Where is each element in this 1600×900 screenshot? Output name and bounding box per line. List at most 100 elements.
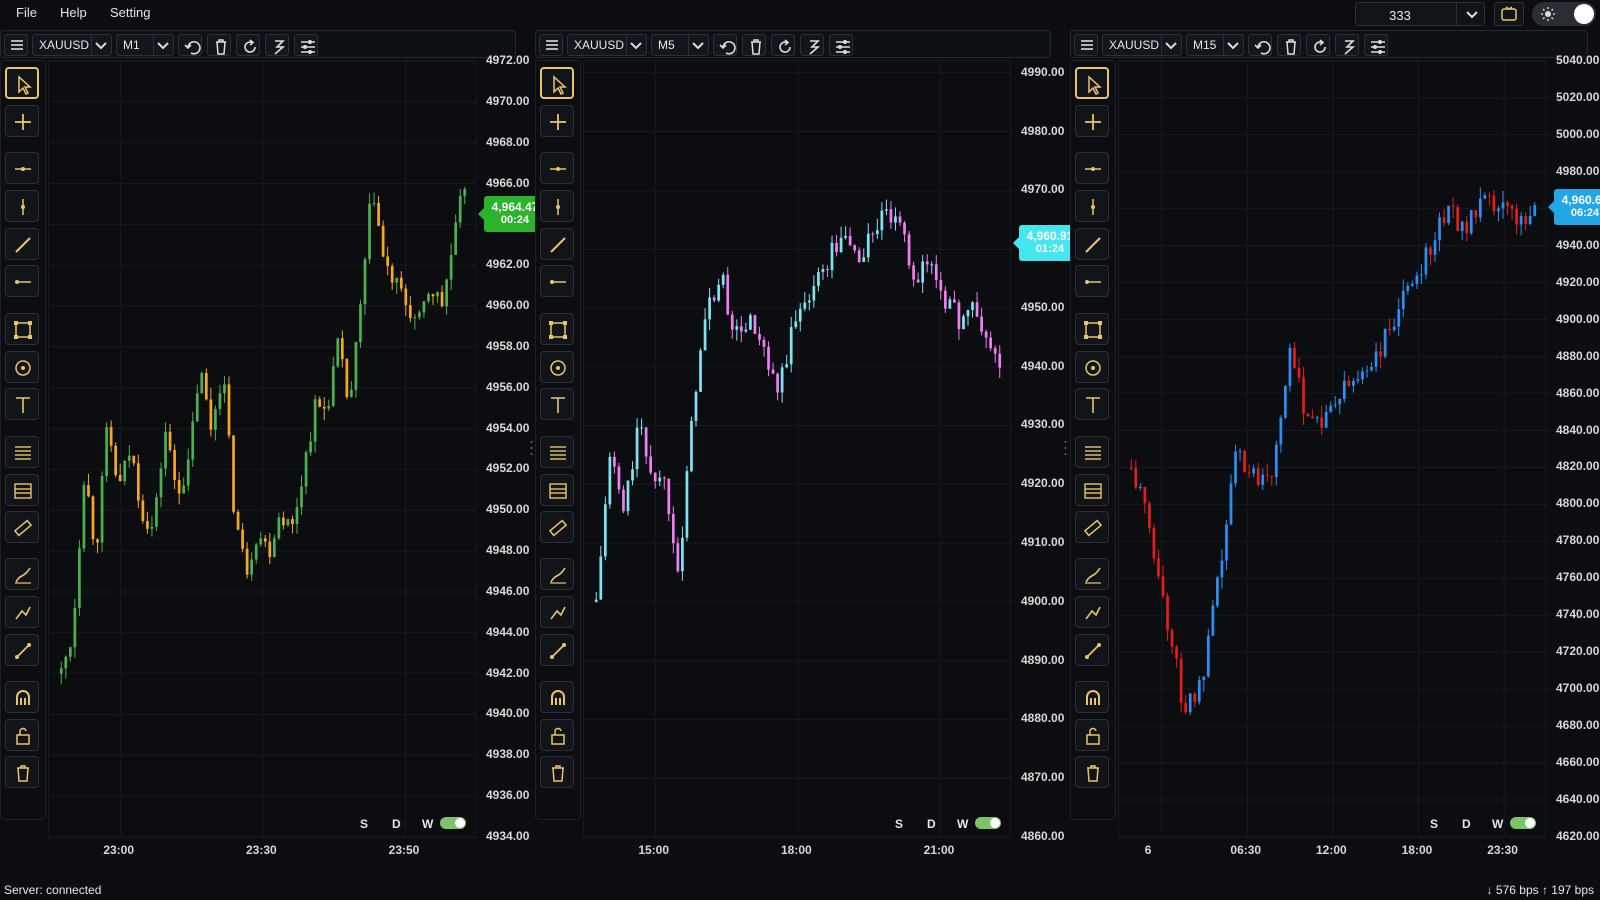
unlock-icon-button[interactable]	[1075, 719, 1109, 751]
fib-channel-icon-button[interactable]	[1075, 474, 1109, 506]
settings-sliders-icon[interactable]	[1364, 34, 1388, 56]
circle-icon-button[interactable]	[540, 351, 574, 383]
hamburger-menu-icon[interactable]	[1074, 34, 1098, 56]
ray-line-icon-button[interactable]	[540, 265, 574, 297]
magnet-icon-button[interactable]	[540, 681, 574, 713]
theme-toggle[interactable]	[1532, 2, 1596, 26]
trend-line-icon-button[interactable]	[540, 228, 574, 260]
symbol-select[interactable]: XAUUSD	[567, 34, 647, 56]
chevron-down-icon[interactable]	[626, 35, 644, 55]
measure-icon-button[interactable]	[1075, 634, 1109, 666]
auto-scale-toggle[interactable]	[975, 817, 1001, 829]
range-s-button[interactable]: S	[895, 817, 903, 831]
brush-icon-button[interactable]	[540, 558, 574, 590]
chart-canvas[interactable]	[583, 60, 1012, 838]
path-icon-button[interactable]	[1075, 596, 1109, 628]
magnet-icon-button[interactable]	[1075, 681, 1109, 713]
path-icon-button[interactable]	[5, 596, 39, 628]
rectangle-icon-button[interactable]	[5, 313, 39, 345]
undo-icon[interactable]	[713, 34, 737, 56]
refresh-icon[interactable]	[771, 34, 795, 56]
hamburger-menu-icon[interactable]	[539, 34, 563, 56]
swap-icon[interactable]	[800, 34, 824, 56]
trash-icon-button[interactable]	[1075, 756, 1109, 788]
range-d-button[interactable]: D	[1462, 817, 1471, 831]
chevron-down-icon[interactable]	[1223, 35, 1241, 55]
trash-icon-button[interactable]	[5, 756, 39, 788]
time-axis[interactable]: 6 06:30 12:00 18:00 23:30	[1118, 838, 1546, 868]
swap-icon[interactable]	[1335, 34, 1359, 56]
delete-icon[interactable]	[207, 34, 231, 56]
ray-line-icon-button[interactable]	[1075, 265, 1109, 297]
cursor-icon-button[interactable]	[1075, 67, 1109, 99]
undo-icon[interactable]	[1248, 34, 1272, 56]
rectangle-icon-button[interactable]	[1075, 313, 1109, 345]
chart-canvas[interactable]	[48, 60, 477, 838]
crosshair-icon-button[interactable]	[5, 105, 39, 137]
menu-help[interactable]: Help	[60, 5, 87, 20]
measure-icon-button[interactable]	[540, 634, 574, 666]
settings-sliders-icon[interactable]	[829, 34, 853, 56]
auto-scale-toggle[interactable]	[1510, 817, 1536, 829]
fib-channel-icon-button[interactable]	[540, 474, 574, 506]
circle-icon-button[interactable]	[1075, 351, 1109, 383]
menu-setting[interactable]: Setting	[110, 5, 150, 20]
text-icon-button[interactable]	[540, 388, 574, 420]
magnet-icon-button[interactable]	[5, 681, 39, 713]
timeframe-select[interactable]: M5	[651, 34, 709, 56]
swap-icon[interactable]	[265, 34, 289, 56]
screen-icon[interactable]	[1494, 2, 1524, 26]
text-icon-button[interactable]	[1075, 388, 1109, 420]
panel-resize-handle[interactable]	[1064, 440, 1067, 456]
vertical-line-icon-button[interactable]	[1075, 190, 1109, 222]
ray-line-icon-button[interactable]	[5, 265, 39, 297]
timeframe-select[interactable]: M1	[116, 34, 174, 56]
delete-icon[interactable]	[1277, 34, 1301, 56]
measure-icon-button[interactable]	[5, 634, 39, 666]
delete-icon[interactable]	[742, 34, 766, 56]
chart-canvas[interactable]	[1118, 60, 1547, 838]
chevron-down-icon[interactable]	[91, 35, 109, 55]
path-icon-button[interactable]	[540, 596, 574, 628]
menu-file[interactable]: File	[16, 5, 37, 20]
settings-sliders-icon[interactable]	[294, 34, 318, 56]
time-axis[interactable]: 15:00 18:00 21:00	[583, 838, 1011, 868]
trend-line-icon-button[interactable]	[5, 228, 39, 260]
trend-line-icon-button[interactable]	[1075, 228, 1109, 260]
horizontal-line-icon-button[interactable]	[540, 152, 574, 184]
range-w-button[interactable]: W	[1492, 817, 1503, 831]
ruler-icon-button[interactable]	[5, 511, 39, 543]
vertical-line-icon-button[interactable]	[5, 190, 39, 222]
ruler-icon-button[interactable]	[1075, 511, 1109, 543]
price-axis[interactable]: 4972.004970.004968.004966.004964.004962.…	[478, 53, 546, 843]
unlock-icon-button[interactable]	[5, 719, 39, 751]
timeframe-select[interactable]: M15	[1186, 34, 1244, 56]
cursor-icon-button[interactable]	[540, 67, 574, 99]
range-d-button[interactable]: D	[392, 817, 401, 831]
time-axis[interactable]: 23:00 23:30 23:50	[48, 838, 476, 868]
refresh-icon[interactable]	[1306, 34, 1330, 56]
ruler-icon-button[interactable]	[540, 511, 574, 543]
refresh-icon[interactable]	[236, 34, 260, 56]
cursor-icon-button[interactable]	[5, 67, 39, 99]
fib-retracement-icon-button[interactable]	[540, 436, 574, 468]
chevron-down-icon[interactable]	[1460, 3, 1484, 25]
chevron-down-icon[interactable]	[688, 35, 706, 55]
price-axis[interactable]: 5040.005020.005000.004980.004960.004940.…	[1548, 53, 1600, 843]
trash-icon-button[interactable]	[540, 756, 574, 788]
unlock-icon-button[interactable]	[540, 719, 574, 751]
circle-icon-button[interactable]	[5, 351, 39, 383]
range-d-button[interactable]: D	[927, 817, 936, 831]
brush-icon-button[interactable]	[5, 558, 39, 590]
auto-scale-toggle[interactable]	[440, 817, 466, 829]
chevron-down-icon[interactable]	[153, 35, 171, 55]
price-axis[interactable]: 4990.004980.004970.004960.004950.004940.…	[1013, 60, 1081, 843]
range-w-button[interactable]: W	[422, 817, 433, 831]
top-selector[interactable]: 333	[1355, 2, 1485, 26]
range-s-button[interactable]: S	[360, 817, 368, 831]
rectangle-icon-button[interactable]	[540, 313, 574, 345]
brush-icon-button[interactable]	[1075, 558, 1109, 590]
hamburger-menu-icon[interactable]	[4, 34, 28, 56]
horizontal-line-icon-button[interactable]	[1075, 152, 1109, 184]
fib-retracement-icon-button[interactable]	[1075, 436, 1109, 468]
